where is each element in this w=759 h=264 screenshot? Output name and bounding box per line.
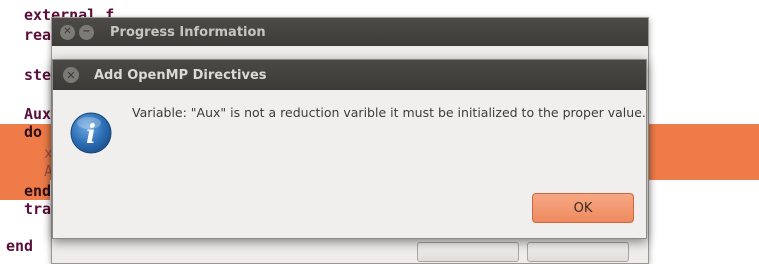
close-icon[interactable]: ✕ <box>60 24 75 40</box>
code-line: tra <box>24 200 52 218</box>
dialog-message: Variable: "Aux" is not a reduction varib… <box>132 105 646 120</box>
dialog-title: Add OpenMP Directives <box>94 67 267 83</box>
code-line: ste <box>24 66 52 84</box>
svg-text:i: i <box>86 120 96 150</box>
progress-window-title: Progress Information <box>110 24 266 40</box>
progress-window-button[interactable] <box>527 242 629 262</box>
ok-button-label: OK <box>573 200 593 216</box>
code-line: Aux <box>24 105 52 123</box>
minimize-icon[interactable]: − <box>79 24 94 40</box>
progress-window-button[interactable] <box>417 242 519 262</box>
close-icon[interactable]: ✕ <box>63 67 79 83</box>
progress-window-titlebar: ✕ − Progress Information <box>52 18 648 46</box>
code-line: end <box>6 237 34 255</box>
info-icon: i <box>70 112 112 154</box>
ok-button[interactable]: OK <box>532 193 634 223</box>
code-line: rea <box>24 26 52 44</box>
code-line: do <box>24 123 43 141</box>
dialog-titlebar: ✕ Add OpenMP Directives <box>53 60 646 90</box>
add-openmp-directives-dialog: ✕ Add OpenMP Directives i Variable: "Aux… <box>52 59 647 239</box>
code-line: end <box>24 182 52 200</box>
